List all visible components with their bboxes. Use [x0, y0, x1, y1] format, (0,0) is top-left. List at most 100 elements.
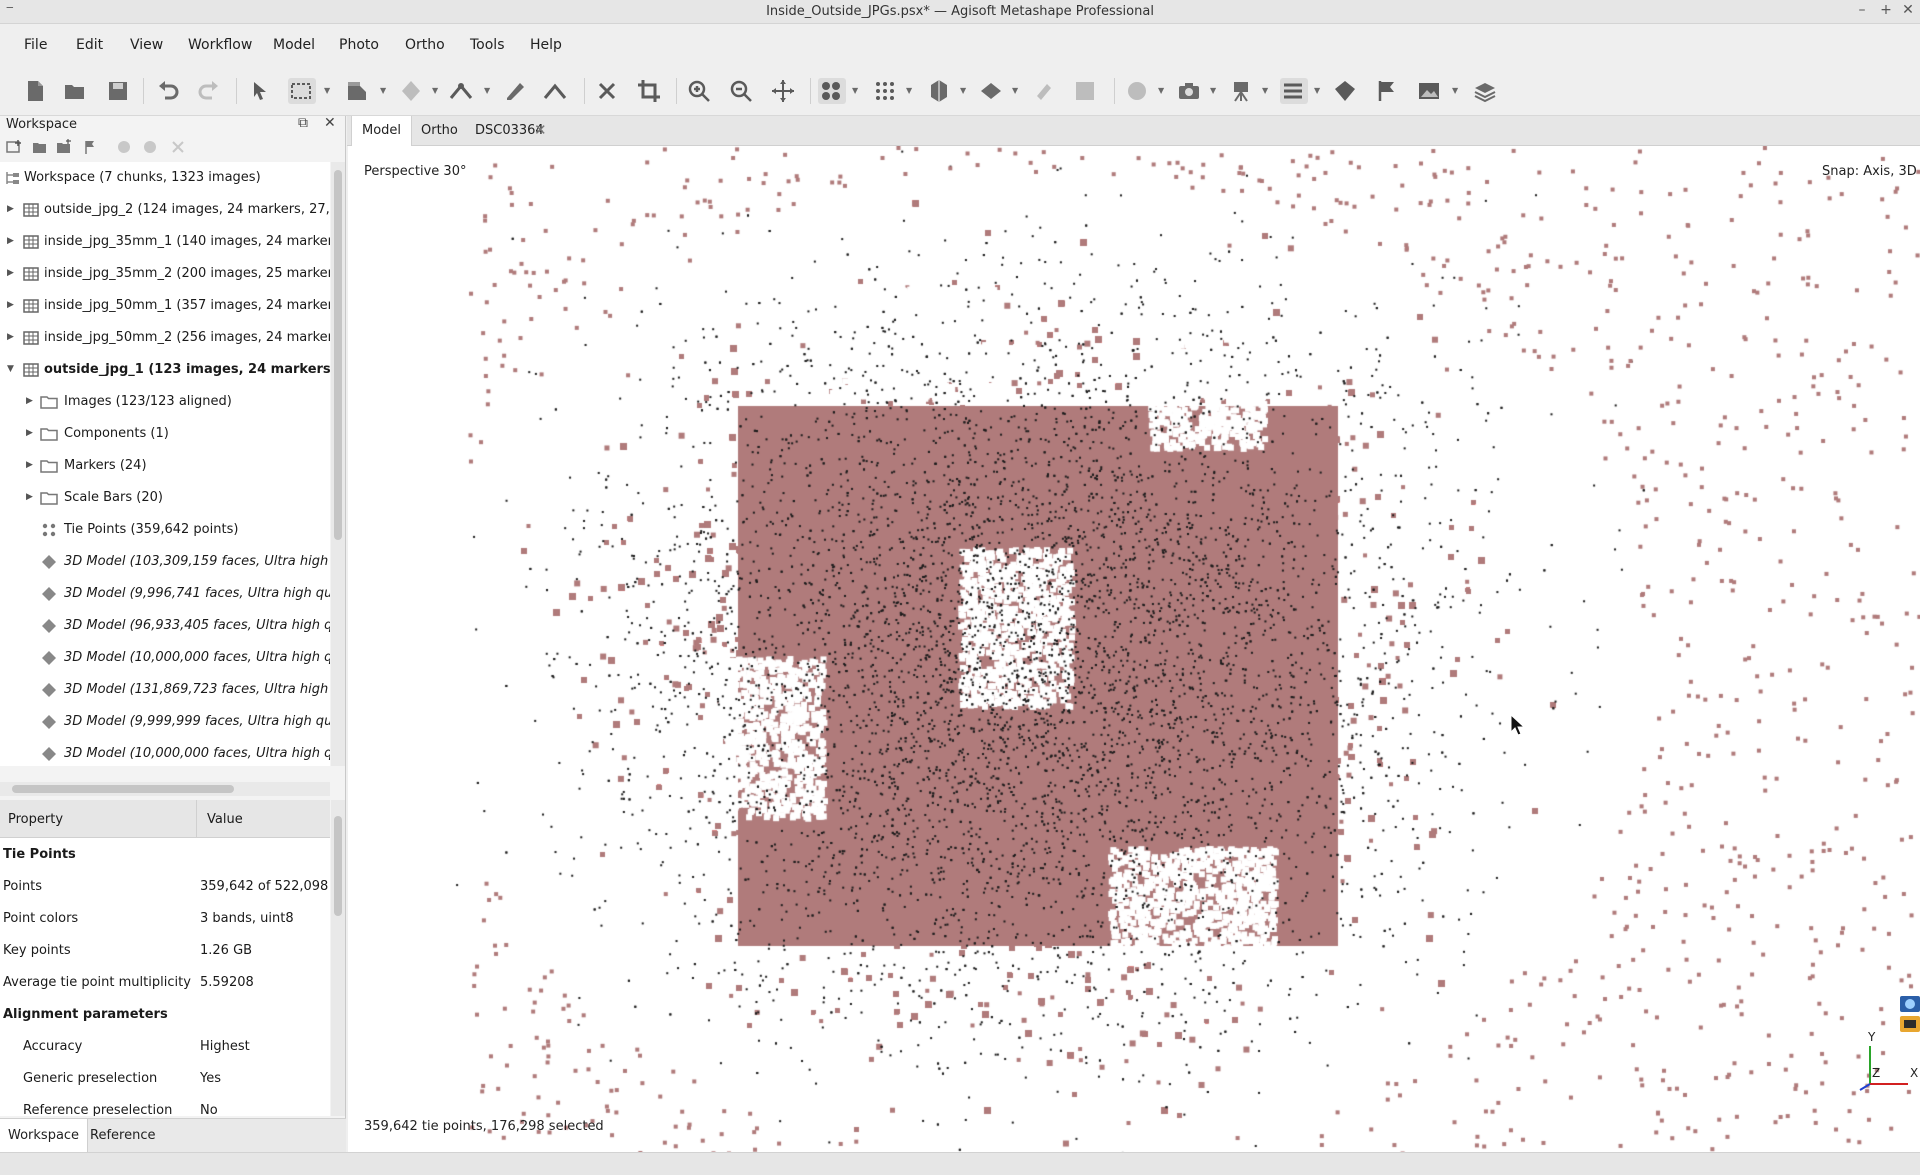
camera-icon[interactable]	[1176, 78, 1204, 104]
chunk-item-active[interactable]: ▼ outside_jpg_1 (123 images, 24 markers,…	[0, 354, 330, 386]
remove-icon[interactable]	[170, 139, 186, 155]
chevron-down-icon[interactable]: ▼	[1012, 87, 1020, 95]
chunk-item[interactable]: ▶ inside_jpg_35mm_2 (200 images, 25 mark…	[0, 258, 330, 290]
chunk-item[interactable]: ▶ inside_jpg_50mm_1 (357 images, 24 mark…	[0, 290, 330, 322]
new-icon[interactable]	[22, 78, 50, 104]
tree-item-model[interactable]: 3D Model (9,999,999 faces, Ultra high qu…	[0, 706, 330, 738]
expand-arrow-icon[interactable]: ▶	[7, 300, 17, 310]
chevron-down-icon[interactable]: ▼	[484, 87, 492, 95]
add-marker-icon[interactable]	[82, 139, 98, 155]
menu-tools[interactable]: Tools	[470, 37, 505, 53]
delete-icon[interactable]	[594, 78, 622, 104]
save-icon[interactable]	[105, 78, 133, 104]
show-tiled-model-icon[interactable]	[978, 78, 1006, 104]
chevron-down-icon[interactable]: ▼	[432, 87, 440, 95]
disable-icon[interactable]	[142, 139, 158, 155]
tree-item-tie-points[interactable]: Tie Points (359,642 points)	[0, 514, 330, 546]
menu-edit[interactable]: Edit	[76, 37, 103, 53]
expand-arrow-icon[interactable]: ▶	[7, 332, 17, 342]
properties-vertical-scrollbar[interactable]	[331, 800, 345, 1116]
show-markers-icon[interactable]	[1280, 78, 1308, 104]
menu-workflow[interactable]: Workflow	[188, 37, 252, 53]
menu-view[interactable]: View	[130, 37, 163, 53]
tab-ortho[interactable]: Ortho	[411, 116, 468, 146]
tree-vertical-scrollbar[interactable]	[331, 162, 345, 766]
tree-item-scale-bars[interactable]: ▶ Scale Bars (20)	[0, 482, 330, 514]
draw-polyline-icon[interactable]	[502, 78, 530, 104]
move-object-icon[interactable]	[770, 78, 798, 104]
property-column-header[interactable]: Property	[8, 812, 63, 827]
chevron-down-icon[interactable]: ▼	[1452, 87, 1460, 95]
enable-icon[interactable]	[116, 139, 132, 155]
close-window-button[interactable]: ✕	[1898, 2, 1918, 18]
open-icon[interactable]	[62, 78, 90, 104]
chevron-down-icon[interactable]: ▼	[852, 87, 860, 95]
redo-icon[interactable]	[196, 78, 224, 104]
expand-arrow-icon[interactable]: ▶	[7, 204, 17, 214]
tree-item-components[interactable]: ▶ Components (1)	[0, 418, 330, 450]
undo-icon[interactable]	[155, 78, 183, 104]
side-overlay-icons[interactable]	[1898, 994, 1920, 1034]
flag-icon[interactable]	[1374, 78, 1402, 104]
show-dense-cloud-icon[interactable]	[872, 78, 900, 104]
model-viewport[interactable]: Perspective 30° Snap: Axis, 3D 359,642 t…	[348, 146, 1920, 1152]
scrollbar-thumb[interactable]	[12, 785, 234, 793]
crop-icon[interactable]	[636, 78, 664, 104]
show-region-icon[interactable]	[1332, 78, 1360, 104]
expand-arrow-icon[interactable]: ▶	[26, 396, 36, 406]
menu-help[interactable]: Help	[530, 37, 562, 53]
menu-model[interactable]: Model	[273, 37, 315, 53]
expand-arrow-icon[interactable]: ▶	[7, 268, 17, 278]
add-chunk-icon[interactable]	[6, 139, 22, 155]
expand-arrow-icon[interactable]: ▶	[26, 492, 36, 502]
show-layers-icon[interactable]	[1472, 78, 1500, 104]
rectangle-selection-icon[interactable]	[288, 78, 316, 104]
workspace-tree[interactable]: Workspace (7 chunks, 1323 images) ▶ outs…	[0, 162, 330, 766]
show-points-icon[interactable]	[818, 78, 846, 104]
show-texture-icon[interactable]	[1124, 78, 1152, 104]
expand-arrow-icon[interactable]: ▶	[26, 460, 36, 470]
tree-root[interactable]: Workspace (7 chunks, 1323 images)	[0, 162, 330, 194]
tie-point-cloud[interactable]	[348, 146, 1920, 1152]
tab-reference[interactable]: Reference	[82, 1119, 163, 1153]
ruler-icon[interactable]	[448, 78, 476, 104]
tree-item-model[interactable]: 3D Model (131,869,723 faces, Ultra high …	[0, 674, 330, 706]
tree-item-model[interactable]: 3D Model (96,933,405 faces, Ultra high q…	[0, 610, 330, 642]
chevron-down-icon[interactable]: ▼	[1210, 87, 1218, 95]
tree-item-model[interactable]: 3D Model (10,000,000 faces, Ultra high q…	[0, 738, 330, 766]
menu-file[interactable]: File	[24, 37, 47, 53]
add-photos-icon[interactable]	[32, 139, 48, 155]
zoom-in-icon[interactable]	[686, 78, 714, 104]
expand-arrow-icon[interactable]: ▶	[7, 236, 17, 246]
show-mesh-icon[interactable]	[926, 78, 954, 104]
collapse-arrow-icon[interactable]: ▼	[7, 364, 17, 374]
menu-ortho[interactable]: Ortho	[405, 37, 445, 53]
tree-item-model[interactable]: 3D Model (10,000,000 faces, Ultra high q…	[0, 642, 330, 674]
maximize-button[interactable]: +	[1876, 2, 1896, 18]
close-tab-icon[interactable]: ✕	[534, 121, 547, 139]
chevron-down-icon[interactable]: ▼	[1262, 87, 1270, 95]
close-icon[interactable]: ✕	[324, 115, 336, 131]
menu-photo[interactable]: Photo	[339, 37, 379, 53]
chevron-down-icon[interactable]: ▼	[324, 87, 332, 95]
undock-icon[interactable]: ⧉	[298, 115, 308, 131]
show-images-icon[interactable]	[1416, 78, 1444, 104]
chunk-item[interactable]: ▶ outside_jpg_2 (124 images, 24 markers,…	[0, 194, 330, 226]
chevron-down-icon[interactable]: ▼	[380, 87, 388, 95]
minimize-button[interactable]: –	[1852, 2, 1872, 18]
show-shapes-icon[interactable]	[1072, 78, 1100, 104]
chevron-down-icon[interactable]: ▼	[1158, 87, 1166, 95]
tab-workspace[interactable]: Workspace	[0, 1119, 89, 1153]
zoom-out-icon[interactable]	[728, 78, 756, 104]
chunk-item[interactable]: ▶ inside_jpg_50mm_2 (256 images, 24 mark…	[0, 322, 330, 354]
chevron-down-icon[interactable]: ▼	[960, 87, 968, 95]
free-form-selection-icon[interactable]	[344, 78, 372, 104]
navigation-icon[interactable]	[246, 78, 274, 104]
tree-item-model[interactable]: 3D Model (103,309,159 faces, Ultra high …	[0, 546, 330, 578]
tree-horizontal-scrollbar[interactable]	[0, 782, 330, 796]
value-column-header[interactable]: Value	[207, 812, 243, 827]
resize-region-icon[interactable]	[398, 78, 426, 104]
show-cameras-icon[interactable]	[1228, 78, 1256, 104]
scrollbar-thumb[interactable]	[334, 816, 342, 916]
add-folder-icon[interactable]	[56, 139, 72, 155]
